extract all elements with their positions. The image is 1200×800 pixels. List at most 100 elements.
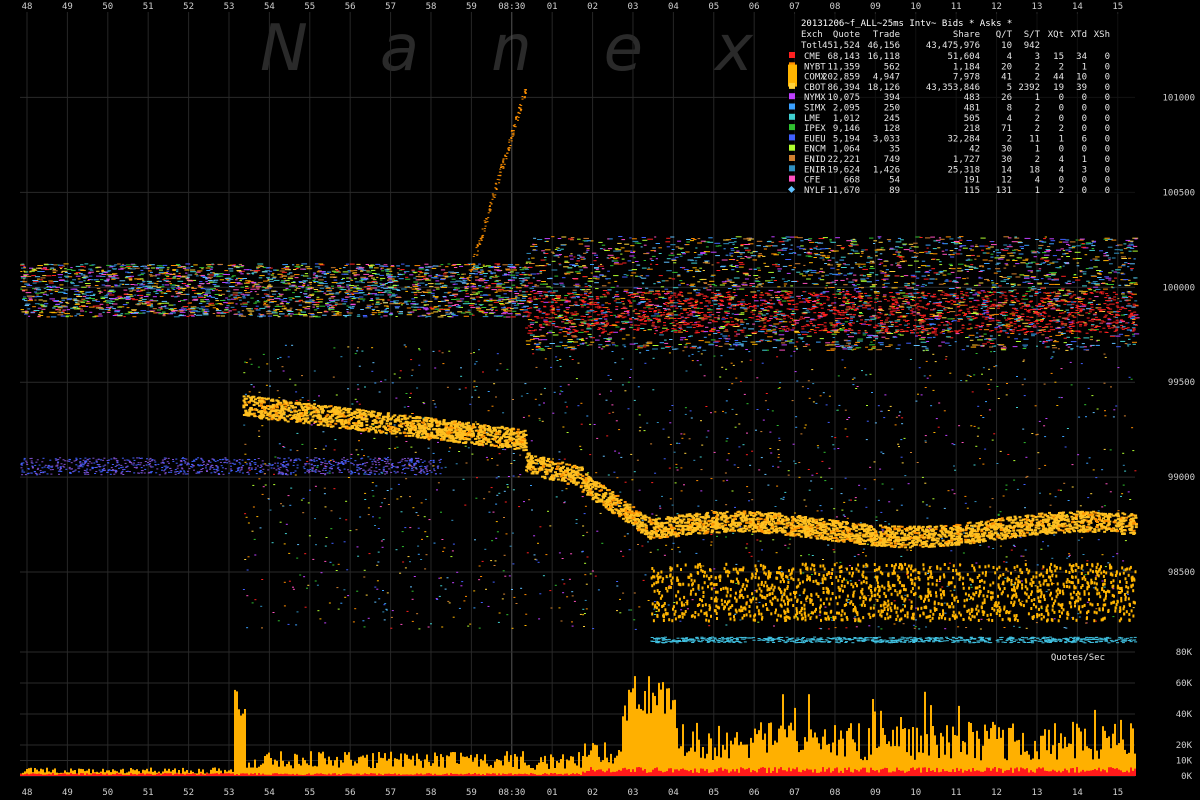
price-dot — [223, 311, 229, 313]
price-dot — [543, 252, 546, 254]
price-dot — [528, 263, 535, 264]
price-dot — [514, 296, 518, 298]
price-dot — [254, 301, 261, 303]
price-dot — [156, 288, 161, 290]
price-dot — [356, 315, 361, 317]
price-dot — [831, 333, 837, 335]
price-dot — [915, 284, 920, 286]
price-dot — [983, 312, 989, 314]
price-dot — [563, 319, 569, 321]
price-dot — [983, 329, 990, 331]
price-dot — [1082, 273, 1087, 275]
price-dot — [968, 334, 975, 336]
price-dot — [255, 270, 261, 272]
price-dot — [132, 312, 137, 314]
price-dot — [257, 265, 263, 267]
price-dot — [339, 291, 342, 293]
price-dot — [429, 306, 433, 308]
price-dot — [424, 263, 429, 265]
price-dot — [875, 330, 881, 332]
price-dot — [1022, 348, 1027, 349]
price-dot — [693, 239, 697, 241]
price-dot — [270, 274, 274, 276]
price-dot — [722, 269, 728, 270]
price-dot — [842, 291, 845, 293]
price-dot — [420, 301, 424, 303]
price-dot — [1120, 272, 1124, 274]
price-dot — [679, 255, 683, 257]
price-dot — [845, 303, 850, 305]
price-dot — [509, 308, 514, 310]
price-dot — [337, 283, 343, 285]
price-dot — [152, 296, 157, 298]
price-dot — [253, 302, 257, 304]
price-dot — [661, 290, 666, 292]
price-dot — [349, 270, 354, 272]
price-dot — [109, 289, 115, 291]
price-dot — [1130, 269, 1133, 271]
price-dot — [633, 257, 636, 259]
price-dot — [418, 274, 421, 276]
price-dot — [750, 252, 753, 254]
price-dot — [843, 284, 848, 286]
price-dot — [994, 326, 999, 328]
price-dot — [302, 284, 306, 286]
price-dot — [389, 303, 395, 305]
price-dot — [952, 281, 958, 283]
price-dot — [951, 321, 954, 322]
price-dot — [457, 311, 463, 313]
price-dot — [933, 272, 939, 274]
price-dot — [613, 258, 618, 260]
price-dot — [1066, 304, 1073, 306]
price-dot — [1044, 259, 1050, 261]
price-dot — [758, 253, 763, 255]
price-dot — [1077, 338, 1081, 340]
price-dot — [472, 293, 479, 295]
price-dot — [128, 288, 135, 290]
price-dot — [426, 312, 430, 314]
price-dot — [786, 272, 791, 274]
price-dot — [676, 253, 682, 255]
price-dot — [1131, 306, 1136, 308]
price-dot — [282, 275, 288, 277]
price-dot — [712, 341, 719, 343]
price-dot — [103, 301, 106, 303]
price-dot — [186, 276, 190, 278]
price-dot — [650, 315, 656, 317]
price-dot — [1007, 276, 1012, 278]
price-dot — [405, 278, 411, 280]
price-dot — [255, 287, 260, 289]
price-dot — [371, 308, 376, 310]
price-dot — [725, 340, 729, 342]
price-dot — [681, 295, 684, 297]
price-dot — [1128, 338, 1131, 340]
price-dot — [433, 296, 439, 298]
price-dot — [392, 288, 398, 290]
price-dot — [33, 281, 39, 283]
price-dot — [448, 271, 455, 273]
price-dot — [417, 288, 421, 290]
price-dot — [578, 331, 584, 333]
price-dot — [396, 265, 401, 267]
price-dot — [851, 241, 857, 243]
price-dot — [740, 321, 745, 323]
price-dot — [931, 268, 936, 270]
price-dot — [238, 271, 243, 273]
price-dot — [1012, 259, 1015, 261]
price-dot — [86, 291, 92, 293]
price-dot — [213, 285, 220, 287]
price-dot — [396, 272, 399, 274]
price-dot — [246, 308, 252, 310]
price-dot — [459, 265, 464, 267]
price-dot — [617, 242, 622, 244]
price-dot — [186, 285, 190, 287]
price-dot — [353, 297, 360, 299]
price-dot — [704, 260, 710, 262]
price-dot — [718, 338, 722, 339]
price-dot — [187, 280, 193, 282]
price-dot — [313, 309, 318, 311]
price-dot — [425, 278, 429, 280]
price-dot — [786, 239, 791, 241]
price-dot — [24, 271, 27, 273]
price-dot — [654, 304, 660, 306]
